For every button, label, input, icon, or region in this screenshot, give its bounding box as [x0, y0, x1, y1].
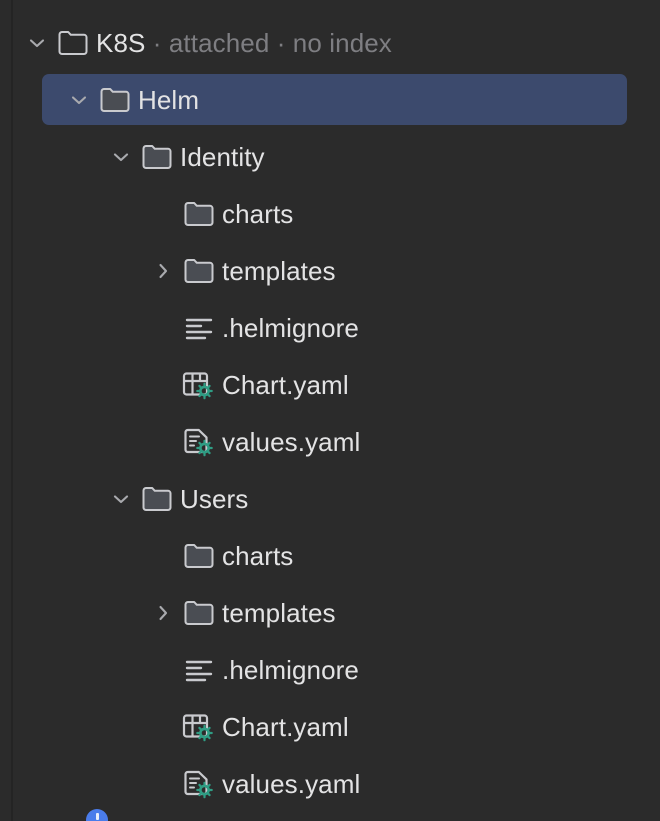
- tree-row-label: Helm: [138, 84, 200, 115]
- tree-row-label-suffix: · attached · no index: [145, 27, 392, 58]
- text-lines-icon: [180, 311, 218, 345]
- chevron-down-icon[interactable]: [62, 83, 96, 117]
- document-gear-icon: [180, 767, 218, 801]
- chevron-right-icon[interactable]: [146, 254, 180, 288]
- tree-row-label: .helmignore: [222, 654, 359, 685]
- tree-row-content: .helmignore: [0, 641, 359, 698]
- tree-row-users-charts[interactable]: charts: [0, 527, 660, 584]
- tree-row-label: values.yaml: [222, 768, 361, 799]
- folder-icon: [180, 197, 218, 231]
- tree-row-helm[interactable]: Helm: [0, 71, 660, 128]
- tree-row-users-helmignore[interactable]: .helmignore: [0, 641, 660, 698]
- tree-row-content: charts: [0, 527, 293, 584]
- chevron-down-icon[interactable]: [20, 26, 54, 60]
- twisty-placeholder: [146, 539, 180, 573]
- file-tree-panel: K8S · attached · no index Helm Identity cha…: [0, 0, 660, 821]
- folder-icon: [138, 482, 176, 516]
- tree-row-users-chart-yaml[interactable]: Chart.yaml: [0, 698, 660, 755]
- twisty-placeholder: [146, 197, 180, 231]
- tree-row-users[interactable]: Users: [0, 470, 660, 527]
- twisty-placeholder: [146, 311, 180, 345]
- table-gear-icon: [180, 368, 218, 402]
- folder-icon: [180, 539, 218, 573]
- tree-row-identity[interactable]: Identity: [0, 128, 660, 185]
- tree-row-users-values-yaml[interactable]: values.yaml: [0, 755, 660, 812]
- chevron-down-icon[interactable]: [104, 482, 138, 516]
- tree-row-content: Users: [0, 470, 248, 527]
- twisty-placeholder: [146, 767, 180, 801]
- folder-icon: [96, 83, 134, 117]
- tree-row-label: templates: [222, 597, 336, 628]
- twisty-placeholder: [146, 425, 180, 459]
- tree-row-label: Chart.yaml: [222, 369, 349, 400]
- tree-row-label: K8S · attached · no index: [96, 27, 392, 58]
- table-gear-icon: [180, 710, 218, 744]
- tree-row-content: Identity: [0, 128, 265, 185]
- twisty-placeholder: [146, 368, 180, 402]
- twisty-placeholder: [146, 653, 180, 687]
- tree-row-content: templates: [0, 242, 336, 299]
- tree-row-identity-helmignore[interactable]: .helmignore: [0, 299, 660, 356]
- folder-icon: [138, 140, 176, 174]
- tree-row-label: Identity: [180, 141, 265, 172]
- chevron-right-icon[interactable]: [146, 596, 180, 630]
- tree-row-identity-values-yaml[interactable]: values.yaml: [0, 413, 660, 470]
- tree-row-content: K8S · attached · no index: [0, 14, 392, 71]
- tree-row-k8s[interactable]: K8S · attached · no index: [0, 14, 660, 71]
- tree-row-content: .helmignore: [0, 299, 359, 356]
- tree-row-label: charts: [222, 198, 294, 229]
- document-gear-icon: [180, 425, 218, 459]
- tree-row-label: charts: [222, 540, 294, 571]
- tree-row-content: Helm: [0, 71, 199, 128]
- folder-icon: [180, 254, 218, 288]
- tree-row-label: templates: [222, 255, 336, 286]
- tree-row-label: Users: [180, 483, 249, 514]
- chevron-down-icon[interactable]: [104, 140, 138, 174]
- tree-row-content: templates: [0, 584, 336, 641]
- tree-row-label: .helmignore: [222, 312, 359, 343]
- tree-row-identity-chart-yaml[interactable]: Chart.yaml: [0, 356, 660, 413]
- twisty-placeholder: [146, 710, 180, 744]
- tree-row-users-templates[interactable]: templates: [0, 584, 660, 641]
- folder-outline-icon: [54, 26, 92, 60]
- folder-icon: [180, 596, 218, 630]
- info-badge-mark: [95, 813, 99, 820]
- tree-row-identity-charts[interactable]: charts: [0, 185, 660, 242]
- file-tree-rows: K8S · attached · no index Helm Identity cha…: [0, 14, 660, 812]
- tree-row-content: Chart.yaml: [0, 698, 349, 755]
- tree-row-content: Chart.yaml: [0, 356, 349, 413]
- tree-row-label: values.yaml: [222, 426, 361, 457]
- tree-row-content: values.yaml: [0, 413, 360, 470]
- tree-row-content: charts: [0, 185, 293, 242]
- tree-row-content: values.yaml: [0, 755, 360, 812]
- tree-row-label: Chart.yaml: [222, 711, 349, 742]
- text-lines-icon: [180, 653, 218, 687]
- tree-row-identity-templates[interactable]: templates: [0, 242, 660, 299]
